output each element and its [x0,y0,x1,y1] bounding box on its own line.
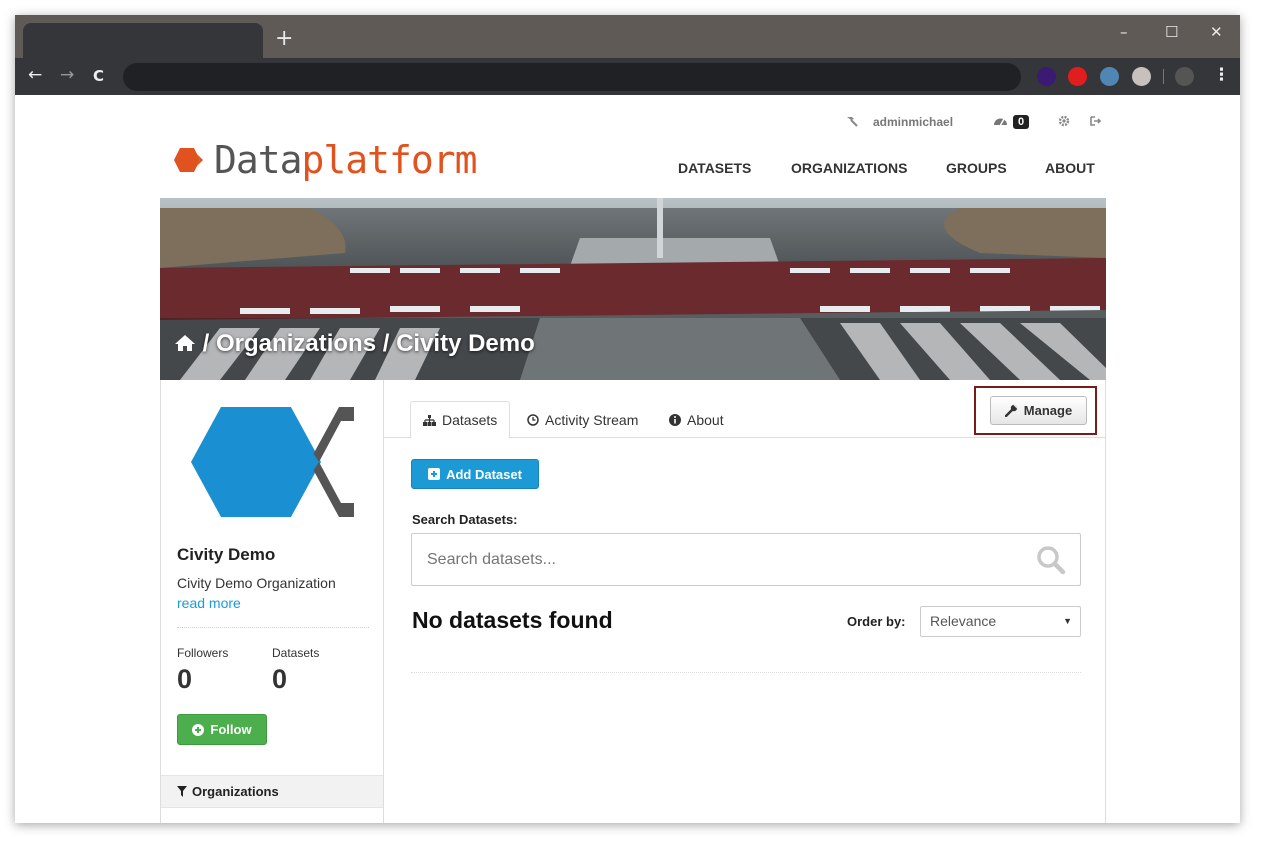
close-window-button[interactable]: ✕ [1210,23,1223,41]
extension-icon-purple[interactable] [1037,67,1056,86]
wrench-icon [1004,404,1018,417]
add-dataset-label: Add Dataset [446,466,522,482]
add-dataset-button[interactable]: Add Dataset [411,459,539,489]
toolbar-separator [1163,69,1164,84]
organization-description: Civity Demo Organization [177,575,336,591]
nav-datasets[interactable]: DATASETS [678,160,751,176]
breadcrumb-separator: / [382,330,390,357]
datasets-count: 0 [272,664,288,694]
forward-button[interactable]: → [60,65,74,85]
browser-window: + – ☐ ✕ ← → C ⋮ adminmichael 0 Dataplatf… [15,15,1240,823]
follow-button[interactable]: Follow [177,714,267,745]
nav-groups[interactable]: GROUPS [946,160,1007,176]
notification-badge[interactable]: 0 [1013,114,1030,129]
info-icon [669,414,681,426]
tab-activity-stream[interactable]: Activity Stream [515,401,650,439]
browser-toolbar: ← → C ⋮ [15,58,1240,95]
reload-button[interactable]: C [93,67,104,85]
sitemap-icon [423,414,436,426]
content-area: Civity Demo Civity Demo Organization rea… [160,380,1106,823]
extension-icon-beige[interactable] [1132,67,1151,86]
extension-icon-blue[interactable] [1100,67,1119,86]
results-heading: No datasets found [412,607,613,633]
main-panel: Datasets Activity Stream About Manage Ad… [384,380,1106,823]
browser-menu-icon[interactable]: ⋮ [1213,65,1230,85]
tab-datasets[interactable]: Datasets [410,401,511,439]
maximize-button[interactable]: ☐ [1165,23,1178,41]
new-tab-button[interactable]: + [275,28,293,50]
minimize-button[interactable]: – [1120,23,1128,41]
organizations-facet-header[interactable]: Organizations [161,775,383,808]
logo-mark-icon [174,148,203,172]
sidebar: Civity Demo Civity Demo Organization rea… [161,380,384,823]
profile-avatar[interactable] [1175,67,1194,86]
search-box [411,533,1081,586]
logo-text-data: Data [214,138,303,182]
nav-organizations[interactable]: ORGANIZATIONS [791,160,907,176]
logo-text: Dataplatform [214,138,478,182]
followers-count: 0 [177,664,193,694]
order-by-select[interactable]: Relevance ▼ [920,606,1081,637]
search-icon[interactable] [1036,545,1066,580]
manage-button[interactable]: Manage [990,396,1087,425]
dashboard-icon[interactable] [993,115,1008,129]
extension-icon-red[interactable] [1068,67,1087,86]
back-button[interactable]: ← [28,65,42,85]
browser-tab[interactable] [23,23,263,58]
order-by-value: Relevance [930,613,997,629]
breadcrumb-organizations[interactable]: Organizations [216,330,376,357]
tab-about-label: About [687,412,724,428]
search-label: Search Datasets: [412,512,518,527]
chevron-down-icon: ▼ [1063,616,1072,626]
logout-icon[interactable] [1090,115,1102,130]
browser-tab-bar: + – ☐ ✕ [15,15,1240,58]
filter-icon [177,786,187,797]
divider [177,627,369,628]
manage-label: Manage [1023,403,1073,418]
tab-activity-stream-label: Activity Stream [545,412,639,428]
hammer-icon [845,115,859,130]
plus-square-icon [428,468,441,480]
breadcrumb-separator: / [202,330,210,357]
page: adminmichael 0 Dataplatform DATASETS ORG… [15,95,1240,823]
read-more-link[interactable]: read more [177,595,241,611]
search-input[interactable] [412,534,1032,585]
organization-logo [191,407,354,517]
site-logo[interactable]: Dataplatform [170,135,478,185]
follow-label: Follow [210,722,252,737]
clock-icon [527,414,539,426]
datasets-label: Datasets [272,646,320,660]
nav-about[interactable]: ABOUT [1045,160,1095,176]
tab-datasets-label: Datasets [442,412,498,428]
followers-label: Followers [177,646,229,660]
results-divider [411,672,1081,673]
username-link[interactable]: adminmichael [873,115,953,129]
content-tabs: Datasets Activity Stream About Manage [384,380,1106,439]
breadcrumb-current[interactable]: Civity Demo [396,330,535,357]
home-icon[interactable] [174,330,203,357]
breadcrumb: / Organizations / Civity Demo [174,330,535,358]
facet-title: Organizations [192,784,279,799]
hero-banner: / Organizations / Civity Demo [160,198,1106,380]
address-bar[interactable] [123,63,1021,91]
plus-circle-icon [192,723,205,736]
gear-icon[interactable] [1058,115,1070,130]
tab-about[interactable]: About [657,401,736,439]
organization-name: Civity Demo [177,545,276,564]
order-by-label: Order by: [847,614,906,629]
logo-text-platform: platform [301,138,478,182]
